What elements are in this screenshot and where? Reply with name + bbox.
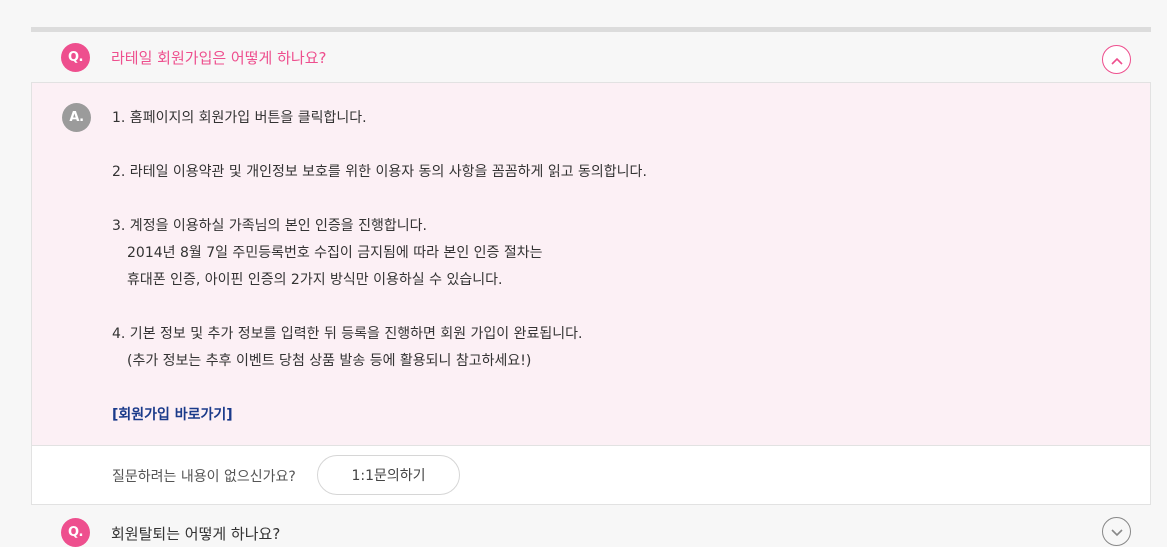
- faq-list: Q. 라테일 회원가입은 어떻게 하나요? A. 1. 홈페이지의 회원가입 버…: [31, 27, 1151, 547]
- faq-question-row[interactable]: Q. 라테일 회원가입은 어떻게 하나요?: [31, 32, 1151, 83]
- help-bar: 질문하려는 내용이 없으신가요? 1:1문의하기: [31, 446, 1151, 505]
- signup-shortcut-link[interactable]: [회원가입 바로가기]: [112, 407, 233, 423]
- answer-step-3-note-1: 2014년 8월 7일 주민등록번호 수집이 금지됨에 따라 본인 인증 절차는: [127, 245, 543, 261]
- faq-question-row-next[interactable]: Q. 회원탈퇴는 어떻게 하나요?: [31, 517, 1151, 547]
- answer-step-3-note-2: 휴대폰 인증, 아이핀 인증의 2가지 방식만 이용하실 수 있습니다.: [127, 272, 503, 288]
- question-text[interactable]: 라테일 회원가입은 어떻게 하나요?: [111, 47, 326, 68]
- answer-step-4: 4. 기본 정보 및 추가 정보를 입력한 뒤 등록을 진행하면 회원 가입이 …: [112, 326, 583, 342]
- answer-step-3: 3. 계정을 이용하실 가족님의 본인 인증을 진행합니다.: [112, 218, 427, 234]
- collapse-toggle-button[interactable]: [1102, 45, 1131, 74]
- chevron-down-icon: [1110, 522, 1123, 541]
- expand-toggle-button[interactable]: [1102, 517, 1131, 546]
- answer-badge: A.: [62, 103, 91, 132]
- question-badge-next: Q.: [61, 518, 90, 547]
- answer-step-2: 2. 라테일 이용약관 및 개인정보 보호를 위한 이용자 동의 사항을 꼼꼼하…: [112, 164, 647, 180]
- help-text: 질문하려는 내용이 없으신가요?: [112, 469, 296, 485]
- answer-body: 1. 홈페이지의 회원가입 버튼을 클릭합니다. 2. 라테일 이용약관 및 개…: [112, 105, 1112, 429]
- question-badge: Q.: [61, 43, 90, 72]
- faq-answer-panel: A. 1. 홈페이지의 회원가입 버튼을 클릭합니다. 2. 라테일 이용약관 …: [31, 83, 1151, 446]
- one-on-one-inquiry-button[interactable]: 1:1문의하기: [317, 455, 460, 495]
- answer-step-4-note: (추가 정보는 추후 이벤트 당첨 상품 발송 등에 활용되니 참고하세요!): [127, 353, 532, 369]
- answer-step-1: 1. 홈페이지의 회원가입 버튼을 클릭합니다.: [112, 110, 367, 126]
- question-text-next[interactable]: 회원탈퇴는 어떻게 하나요?: [111, 523, 280, 544]
- chevron-up-icon: [1110, 50, 1123, 69]
